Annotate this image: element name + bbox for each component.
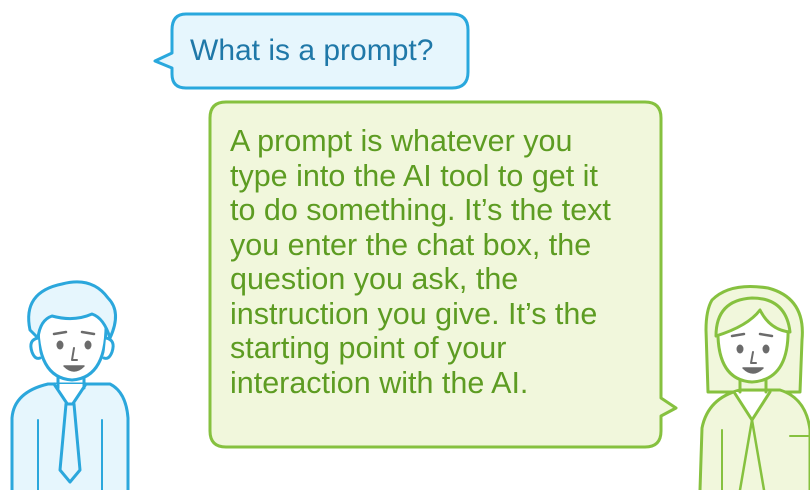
answer-line: interaction with the AI. — [230, 365, 529, 400]
question-text: What is a prompt? — [190, 34, 434, 67]
answer-line: question you ask, the — [230, 262, 519, 296]
woman-icon — [698, 285, 810, 490]
answer-line: starting point of your — [230, 331, 507, 365]
answer-line: A prompt is whatever you — [230, 124, 573, 158]
answer-line: to do something. It’s the text — [230, 193, 611, 227]
answer-line: type into the AI tool to get it — [230, 158, 598, 193]
answer-line: instruction you give. It’s the — [230, 296, 598, 331]
answer-line: you enter the chat box, the — [230, 227, 592, 262]
answer-text: A prompt is whatever you type into the A… — [230, 124, 650, 400]
man-icon — [10, 280, 130, 490]
